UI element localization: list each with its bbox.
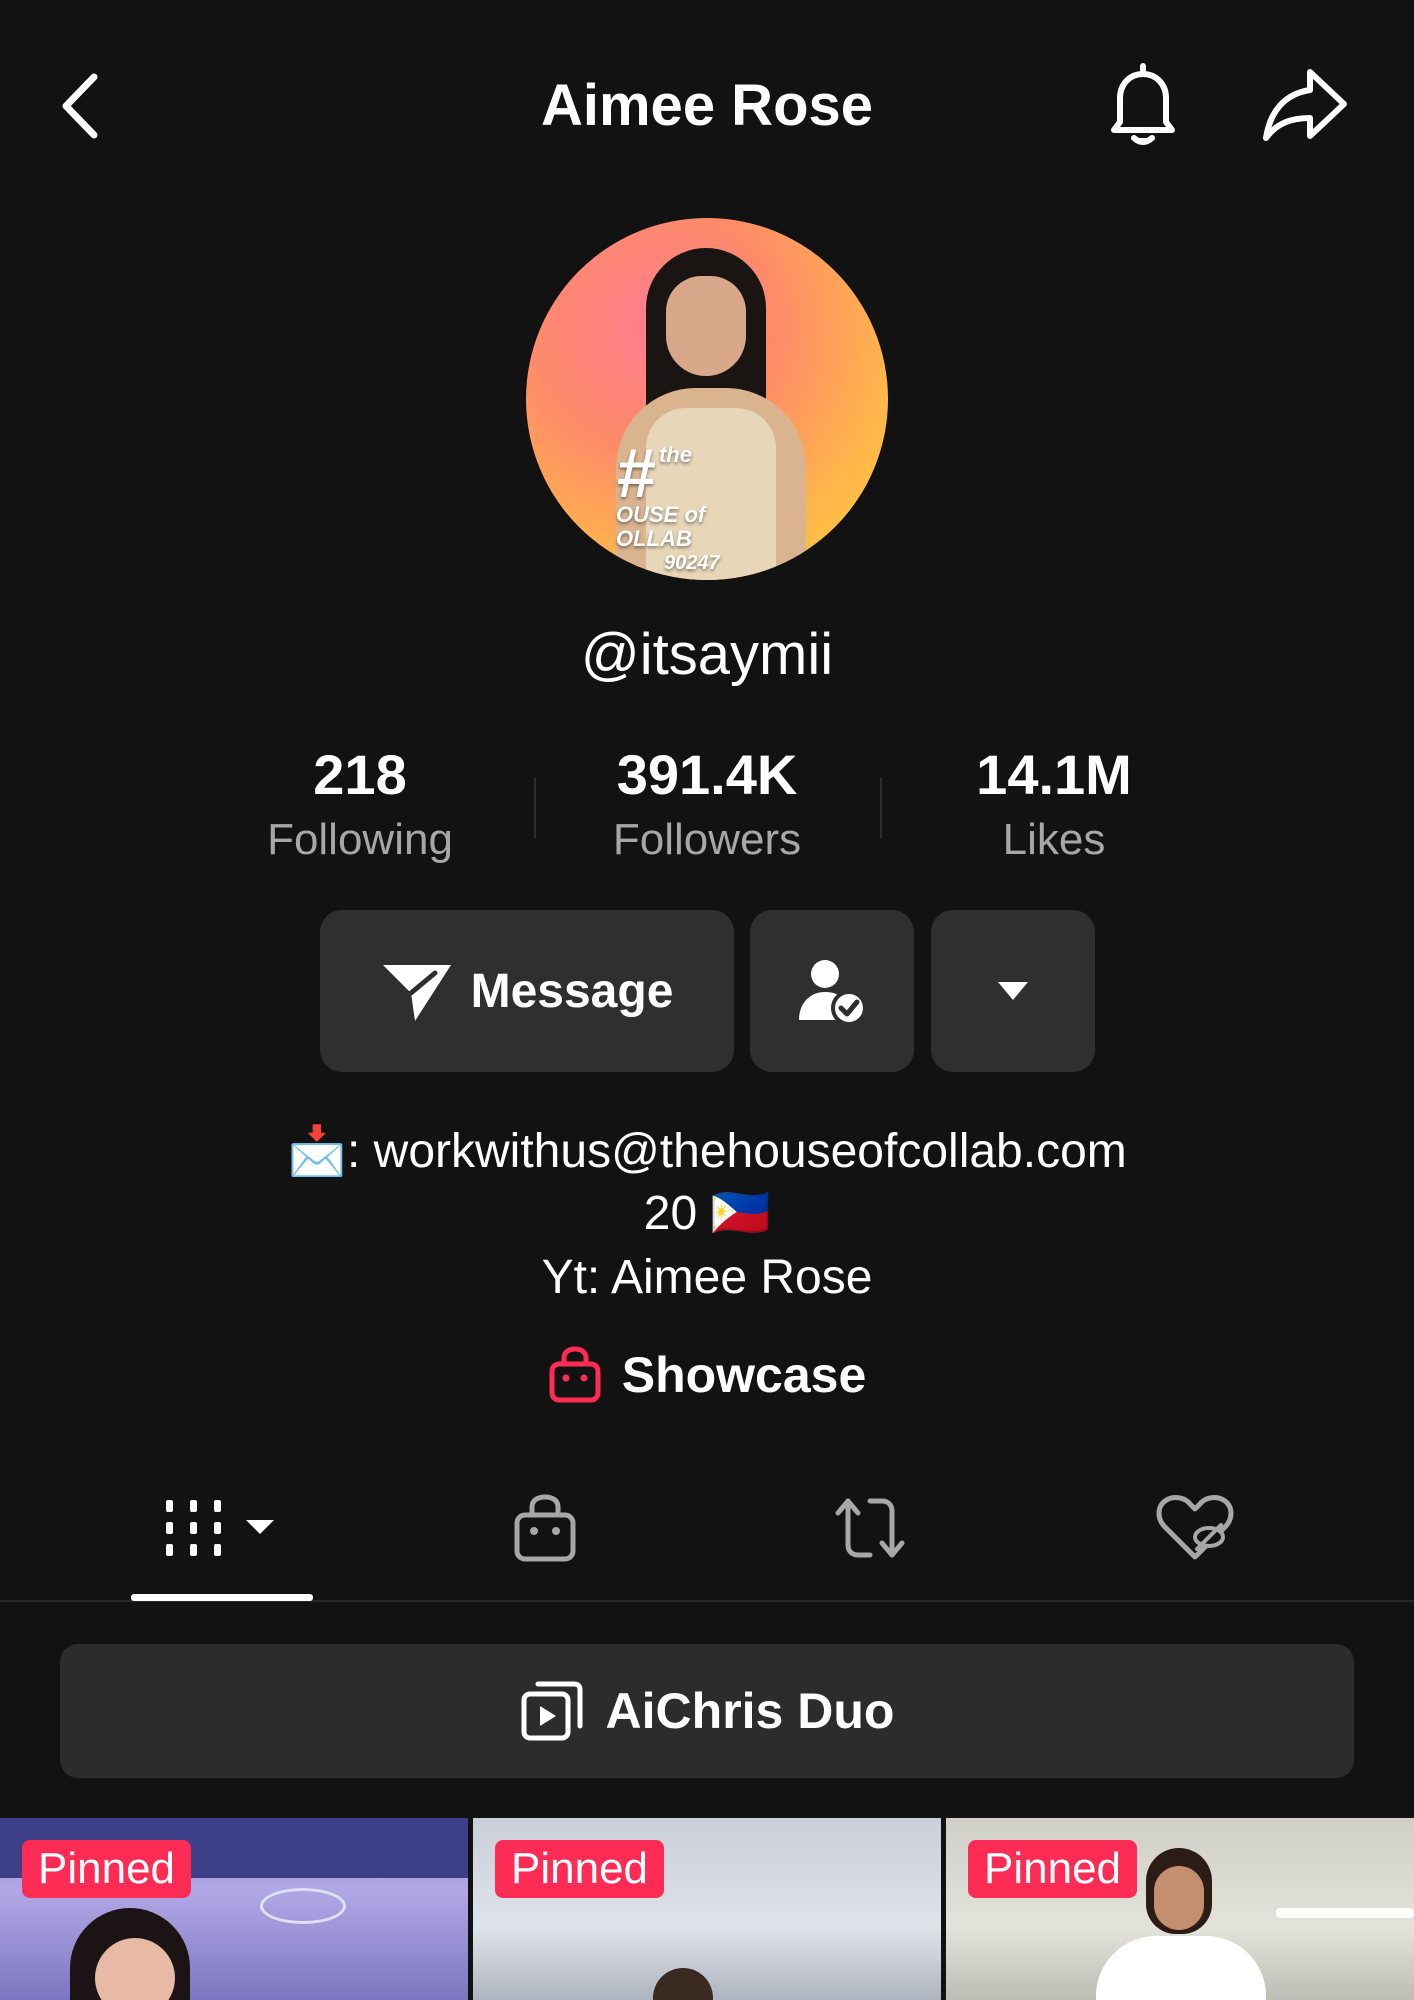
thumbnail-person (1096, 1936, 1266, 2000)
more-options-button[interactable] (931, 910, 1095, 1072)
bio-email[interactable]: 📩: workwithus@thehouseofcollab.com (0, 1120, 1414, 1184)
videos-grid-icon (166, 1500, 274, 1556)
thumbnail-scene (1276, 1908, 1414, 1918)
playlist-button[interactable]: AiChris Duo (60, 1644, 1354, 1778)
stat-following[interactable]: 218 Following (230, 740, 490, 870)
bell-icon (1111, 63, 1175, 145)
tab-reposts[interactable] (785, 1478, 955, 1578)
share-arrow-icon (1263, 69, 1347, 141)
following-count: 218 (313, 743, 407, 806)
pinned-badge: Pinned (22, 1840, 192, 1898)
following-label: Following (267, 815, 453, 864)
bio-age: 20 🇵🇭 (643, 1187, 771, 1240)
stat-followers[interactable]: 391.4K Followers (577, 740, 837, 870)
active-tab-indicator (131, 1594, 313, 1601)
video-thumbnail[interactable]: Pinned (0, 1818, 468, 2000)
playlist-label: AiChris Duo (605, 1683, 895, 1739)
house-of-collab-logo: # the OUSE of OLLAB 90247 (616, 434, 720, 574)
followers-label: Followers (612, 815, 802, 864)
likes-label: Likes (1002, 815, 1106, 864)
liked-hidden-icon (1156, 1495, 1234, 1560)
likes-count: 14.1M (976, 743, 1132, 806)
shop-bag-icon (514, 1494, 576, 1562)
tab-videos[interactable] (130, 1478, 314, 1578)
send-icon (382, 965, 451, 1021)
username: @itsaymii (580, 622, 834, 687)
user-check-icon (799, 960, 867, 1026)
video-thumbnail[interactable]: Pinned (946, 1818, 1414, 2000)
message-label: Message (470, 964, 674, 1018)
stat-divider (880, 778, 882, 838)
avatar[interactable]: # the OUSE of OLLAB 90247 (526, 218, 888, 580)
following-status-button[interactable] (750, 910, 914, 1072)
pinned-badge: Pinned (968, 1840, 1138, 1898)
tab-shop[interactable] (460, 1478, 630, 1578)
tab-liked[interactable] (1110, 1478, 1280, 1578)
page-title: Aimee Rose (540, 73, 874, 138)
thumbnail-scene (260, 1888, 346, 1924)
stat-likes[interactable]: 14.1M Likes (924, 740, 1184, 870)
stat-divider (534, 778, 536, 838)
thumbnail-person (653, 1968, 713, 2000)
followers-count: 391.4K (616, 743, 798, 806)
video-thumbnail[interactable]: Pinned (473, 1818, 941, 2000)
message-button[interactable]: Message (320, 910, 734, 1072)
showcase-link[interactable]: Showcase (0, 1340, 1414, 1410)
showcase-label: Showcase (621, 1347, 867, 1403)
playlist-icon (521, 1681, 583, 1741)
share-button[interactable] (1260, 60, 1350, 150)
shopping-bag-icon (549, 1346, 601, 1403)
thumbnail-person (1154, 1866, 1204, 1930)
notification-bell-button[interactable] (1098, 60, 1188, 150)
pinned-badge: Pinned (495, 1840, 665, 1898)
bio-youtube: Yt: Aimee Rose (541, 1251, 873, 1304)
repost-icon (835, 1498, 905, 1558)
caret-down-icon (998, 982, 1028, 1000)
avatar-face (666, 276, 746, 376)
